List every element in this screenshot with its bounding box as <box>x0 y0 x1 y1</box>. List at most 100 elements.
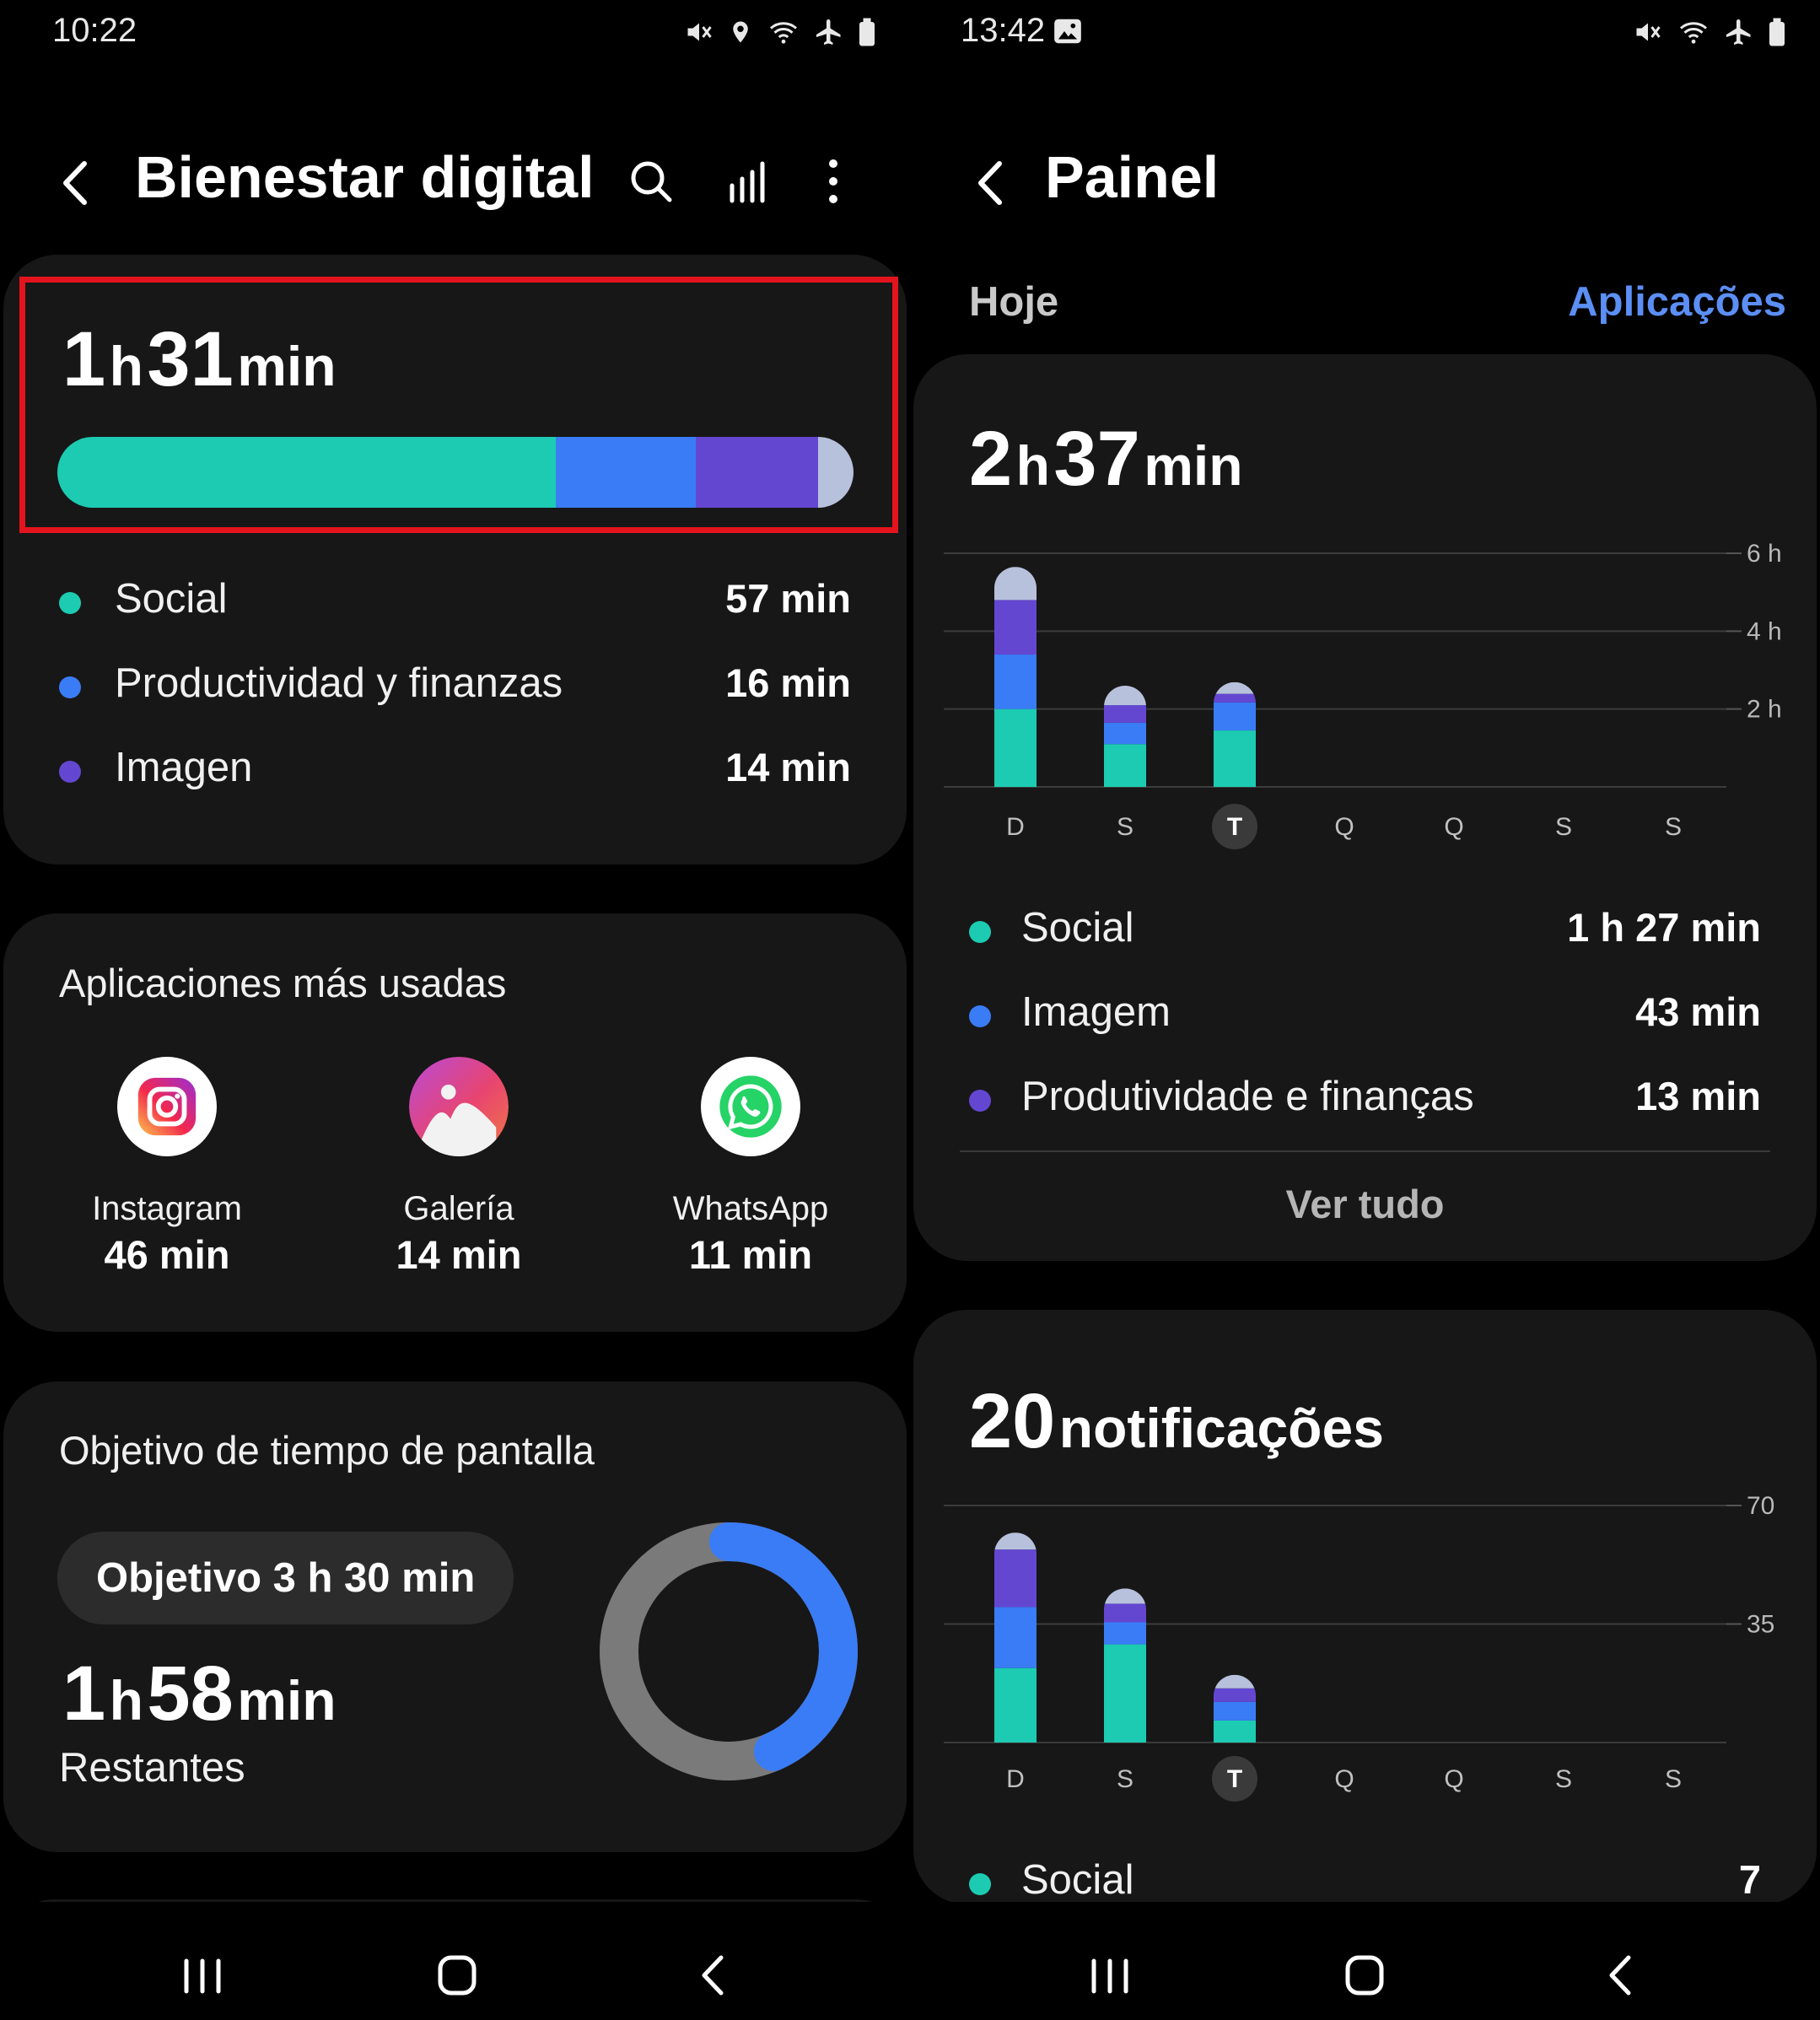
category-label: Social <box>115 576 228 622</box>
category-value: 16 min <box>725 660 851 705</box>
category-row-productivity[interactable]: Productividad y finanzas 16 min <box>59 658 851 712</box>
category-label: Productividad y finanzas <box>115 660 563 706</box>
gallery-icon <box>409 1057 509 1156</box>
category-label: Social <box>1021 1857 1134 1903</box>
chart-bar-segment <box>1214 681 1256 694</box>
chart-bar-segment <box>994 654 1037 709</box>
recent-apps-button[interactable] <box>164 1946 240 2005</box>
app-header: Bienestar digital <box>0 135 910 228</box>
chart-day-label: S <box>1117 1765 1133 1793</box>
recent-apps-button[interactable] <box>1072 1946 1148 2005</box>
category-label: Social <box>1021 905 1134 951</box>
screen-time-goal-card[interactable]: Objetivo de tiempo de pantalla Objetivo … <box>3 1382 907 1852</box>
notifications-weekly-chart[interactable]: 35 70 D S T Q Q S S <box>913 1310 1817 1816</box>
chart-bar-segment <box>1214 1701 1256 1721</box>
category-row-social[interactable]: Social 1 h 27 min <box>969 902 1761 956</box>
notification-row-social[interactable]: Social 7 <box>969 1855 1761 1909</box>
most-used-apps-title: Aplicaciones más usadas <box>59 961 507 1005</box>
chart-bar-segment <box>1214 693 1256 703</box>
stats-icon[interactable] <box>724 154 774 209</box>
home-button[interactable] <box>419 1946 495 2005</box>
chart-bar-1 <box>1104 1588 1146 1743</box>
category-row-image[interactable]: Imagem 43 min <box>969 987 1761 1041</box>
back-button[interactable] <box>54 154 96 213</box>
chart-bar-segment <box>1104 722 1146 745</box>
status-icons <box>684 17 876 47</box>
chart-bar-segment <box>994 1607 1037 1668</box>
app-name: WhatsApp <box>672 1190 829 1227</box>
usage-weekly-chart[interactable]: 2 h 4 h 6 h D S T Q Q S S <box>913 354 1817 877</box>
wifi-icon <box>1680 22 1707 44</box>
app-instagram[interactable]: Instagram 46 min <box>40 1057 293 1278</box>
right-screen: 13:42 Painel Hoje Aplicações 2 h 37 min … <box>910 0 1820 2020</box>
category-label: Produtividade e finanças <box>1021 1074 1474 1119</box>
image-dot <box>969 1005 991 1027</box>
nav-back-button[interactable] <box>1582 1946 1658 2005</box>
category-label: Imagen <box>115 745 253 790</box>
category-label: Imagem <box>1021 989 1171 1035</box>
chart-bar-2 <box>1214 1674 1256 1743</box>
see-all-button[interactable]: Ver tudo <box>913 1181 1817 1227</box>
chart-day-label: Q <box>1444 1765 1463 1793</box>
back-button[interactable] <box>969 154 1011 213</box>
mute-icon <box>687 23 712 41</box>
productivity-dot <box>969 1090 991 1112</box>
chart-day-label: S <box>1665 1765 1682 1793</box>
chart-bar-segment <box>994 1549 1037 1608</box>
goal-title: Objetivo de tiempo de pantalla <box>59 1428 595 1473</box>
chart-day-label: S <box>1117 813 1133 841</box>
chart-day-label: S <box>1665 813 1682 841</box>
chart-day-label: T <box>1227 1765 1242 1793</box>
page-title: Painel <box>1045 144 1220 210</box>
category-row-social[interactable]: Social 57 min <box>59 574 851 628</box>
app-gallery[interactable]: Galería 14 min <box>332 1057 585 1278</box>
chart-bar-segment <box>1104 1622 1146 1645</box>
app-time: 11 min <box>688 1232 813 1277</box>
social-dot <box>59 592 81 614</box>
today-label: Hoje <box>969 279 1059 325</box>
chart-bar-1 <box>1104 685 1146 787</box>
category-value: 14 min <box>725 745 851 789</box>
home-button[interactable] <box>1327 1946 1403 2005</box>
category-row-productivity[interactable]: Produtividade e finanças 13 min <box>969 1071 1761 1125</box>
search-icon[interactable] <box>626 154 676 209</box>
usage-card[interactable]: 1 h 31 min Social 57 min Productividad y… <box>3 255 907 865</box>
image-notification-icon <box>1054 19 1081 44</box>
chart-bar-segment <box>994 1667 1037 1743</box>
notifications-card: 20 notificações 35 70 D S T Q Q S S Social 7 <box>913 1310 1817 1904</box>
goal-pill[interactable]: Objetivo 3 h 30 min <box>57 1532 514 1624</box>
nav-back-button[interactable] <box>675 1946 751 2005</box>
status-icons <box>1633 17 1786 47</box>
chart-day-label: S <box>1555 813 1572 841</box>
chart-day-label: Q <box>1444 813 1463 841</box>
chart-day-label: D <box>1006 1765 1025 1793</box>
app-whatsapp[interactable]: WhatsApp 11 min <box>624 1057 877 1278</box>
category-row-image[interactable]: Imagen 14 min <box>59 742 851 796</box>
chart-bar-2 <box>1214 681 1256 787</box>
social-dot <box>969 921 991 943</box>
chart-day-label: S <box>1555 1765 1572 1793</box>
chart-tick-label: 4 h <box>1747 617 1782 645</box>
app-name: Instagram <box>92 1190 242 1227</box>
goal-progress-ring <box>600 1522 858 1780</box>
status-bar: 13:42 <box>910 12 1820 54</box>
status-time: 13:42 <box>961 12 1046 49</box>
chart-day-label: D <box>1006 813 1025 841</box>
page-title: Bienestar digital <box>135 144 595 210</box>
navigation-bar <box>910 1902 1820 2020</box>
chart-bar-segment <box>1104 705 1146 723</box>
usage-bar <box>57 437 853 508</box>
chart-bar-segment <box>1104 1603 1146 1623</box>
category-value: 13 min <box>1635 1074 1761 1118</box>
apps-link[interactable]: Aplicações <box>1568 278 1786 326</box>
remaining-label: Restantes <box>59 1745 245 1791</box>
divider <box>960 1150 1770 1152</box>
chart-tick-label: 6 h <box>1747 540 1782 568</box>
wifi-icon <box>770 22 797 44</box>
category-value: 43 min <box>1635 989 1761 1034</box>
usage-bar-segment-2 <box>696 437 819 508</box>
total-screen-time: 1 h 31 min <box>62 316 337 402</box>
chart-bar-segment <box>1214 702 1256 731</box>
most-used-apps-card: Aplicaciones más usadas Instagram 46 min <box>3 913 907 1332</box>
more-options-icon[interactable] <box>808 154 859 209</box>
